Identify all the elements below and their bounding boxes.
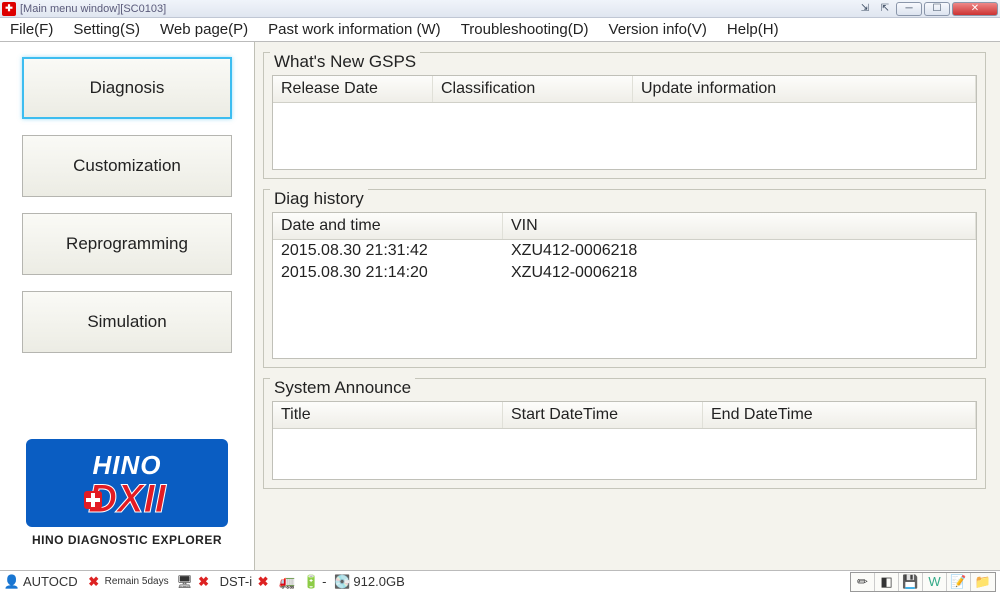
- cell-datetime: 2015.08.30 21:14:20: [273, 262, 503, 284]
- announce-body: [273, 429, 976, 479]
- panel-whatsnew: What's New GSPS Release Date Classificat…: [263, 52, 986, 179]
- battery-dash: -: [322, 574, 326, 589]
- pencil-icon: ✏: [857, 574, 868, 590]
- folder-icon: 📁: [975, 574, 991, 590]
- app-icon: ✚: [2, 2, 16, 16]
- minimize-button[interactable]: ─: [896, 2, 922, 16]
- menu-pastwork[interactable]: Past work information (W): [258, 19, 451, 40]
- status-user-label: AUTOCD: [23, 574, 78, 589]
- cell-datetime: 2015.08.30 21:31:42: [273, 240, 503, 262]
- status-server: 🖥 ✖: [177, 574, 212, 590]
- table-row[interactable]: 2015.08.30 21:31:42 XZU412-0006218: [273, 240, 976, 262]
- eraser-icon: ◧: [880, 574, 892, 590]
- col-vin[interactable]: VIN: [503, 213, 976, 239]
- col-start[interactable]: Start DateTime: [503, 402, 703, 428]
- panel-diag-title: Diag history: [270, 189, 368, 209]
- whatsnew-table: Release Date Classification Update infor…: [272, 75, 977, 170]
- status-remain: ✖ Remain 5days: [86, 574, 169, 590]
- x-icon: ✖: [196, 574, 212, 590]
- col-classification[interactable]: Classification: [433, 76, 633, 102]
- panel-announce-title: System Announce: [270, 378, 415, 398]
- nav-customization[interactable]: Customization: [22, 135, 232, 197]
- status-toolbar: ✏ ◧ 💾 W 📝 📁: [850, 572, 996, 592]
- main-panel: What's New GSPS Release Date Classificat…: [255, 42, 1000, 570]
- edit-icon: 📝: [950, 574, 966, 590]
- menu-troubleshooting[interactable]: Troubleshooting(D): [451, 19, 599, 40]
- content-area: Diagnosis Customization Reprogramming Si…: [0, 42, 1000, 570]
- window-title: [Main menu window][SC0103]: [20, 3, 166, 15]
- warning-icon: ✖: [86, 574, 102, 590]
- status-user: 👤 AUTOCD: [4, 574, 78, 590]
- w-icon: W: [928, 574, 940, 589]
- status-bar: 👤 AUTOCD ✖ Remain 5days 🖥 ✖ DST-i ✖ 🚛 🔋 …: [0, 570, 1000, 592]
- sidebar: Diagnosis Customization Reprogramming Si…: [0, 42, 255, 570]
- expand-down-icon[interactable]: ⇲: [856, 2, 874, 16]
- save-icon: 💾: [902, 574, 918, 590]
- nav-diagnosis[interactable]: Diagnosis: [22, 57, 232, 119]
- panel-diag-history: Diag history Date and time VIN 2015.08.3…: [263, 189, 986, 368]
- nav-reprogramming-label: Reprogramming: [66, 234, 188, 254]
- status-truck: 🚛: [279, 574, 295, 590]
- nav-customization-label: Customization: [73, 156, 181, 176]
- col-update-info[interactable]: Update information: [633, 76, 976, 102]
- status-disk-label: 912.0GB: [353, 574, 404, 589]
- disk-icon: 💽: [334, 574, 350, 590]
- announce-table: Title Start DateTime End DateTime: [272, 401, 977, 480]
- tool-pencil[interactable]: ✏: [851, 573, 875, 591]
- panel-system-announce: System Announce Title Start DateTime End…: [263, 378, 986, 489]
- cell-vin: XZU412-0006218: [503, 262, 976, 284]
- tool-edit[interactable]: 📝: [947, 573, 971, 591]
- server-icon: 🖥: [177, 574, 193, 590]
- close-button[interactable]: ✕: [952, 2, 998, 16]
- whatsnew-body: [273, 103, 976, 169]
- status-dst: DST-i ✖: [220, 574, 272, 590]
- status-disk: 💽 912.0GB: [334, 574, 404, 590]
- battery-icon: 🔋: [303, 574, 319, 590]
- logo-product: DXII: [88, 481, 166, 517]
- col-title[interactable]: Title: [273, 402, 503, 428]
- col-datetime[interactable]: Date and time: [273, 213, 503, 239]
- menu-version[interactable]: Version info(V): [599, 19, 717, 40]
- col-release-date[interactable]: Release Date: [273, 76, 433, 102]
- menu-bar: File(F) Setting(S) Web page(P) Past work…: [0, 18, 1000, 42]
- menu-help[interactable]: Help(H): [717, 19, 789, 40]
- tool-folder[interactable]: 📁: [971, 573, 995, 591]
- nav-simulation[interactable]: Simulation: [22, 291, 232, 353]
- menu-setting[interactable]: Setting(S): [63, 19, 150, 40]
- diag-body: 2015.08.30 21:31:42 XZU412-0006218 2015.…: [273, 240, 976, 358]
- status-remain-label: Remain 5days: [105, 577, 169, 587]
- menu-file[interactable]: File(F): [0, 19, 63, 40]
- expand-up-icon[interactable]: ⇱: [876, 2, 894, 16]
- status-battery: 🔋 -: [303, 574, 326, 590]
- cross-icon: [84, 491, 102, 509]
- diag-table: Date and time VIN 2015.08.30 21:31:42 XZ…: [272, 212, 977, 359]
- col-end[interactable]: End DateTime: [703, 402, 976, 428]
- menu-webpage[interactable]: Web page(P): [150, 19, 258, 40]
- logo-tagline: HINO DIAGNOSTIC EXPLORER: [32, 533, 222, 547]
- maximize-button[interactable]: ☐: [924, 2, 950, 16]
- tool-w[interactable]: W: [923, 573, 947, 591]
- nav-reprogramming[interactable]: Reprogramming: [22, 213, 232, 275]
- status-dst-label: DST-i: [220, 574, 253, 589]
- tool-eraser[interactable]: ◧: [875, 573, 899, 591]
- nav-diagnosis-label: Diagnosis: [90, 78, 165, 98]
- tool-save[interactable]: 💾: [899, 573, 923, 591]
- truck-icon: 🚛: [279, 574, 295, 590]
- cell-vin: XZU412-0006218: [503, 240, 976, 262]
- user-icon: 👤: [4, 574, 20, 590]
- nav-simulation-label: Simulation: [87, 312, 166, 332]
- app-logo: HINO DXII HINO DIAGNOSTIC EXPLORER: [22, 435, 232, 555]
- panel-whatsnew-title: What's New GSPS: [270, 52, 420, 72]
- x-icon: ✖: [255, 574, 271, 590]
- title-bar: ✚ [Main menu window][SC0103] ⇲ ⇱ ─ ☐ ✕: [0, 0, 1000, 18]
- table-row[interactable]: 2015.08.30 21:14:20 XZU412-0006218: [273, 262, 976, 284]
